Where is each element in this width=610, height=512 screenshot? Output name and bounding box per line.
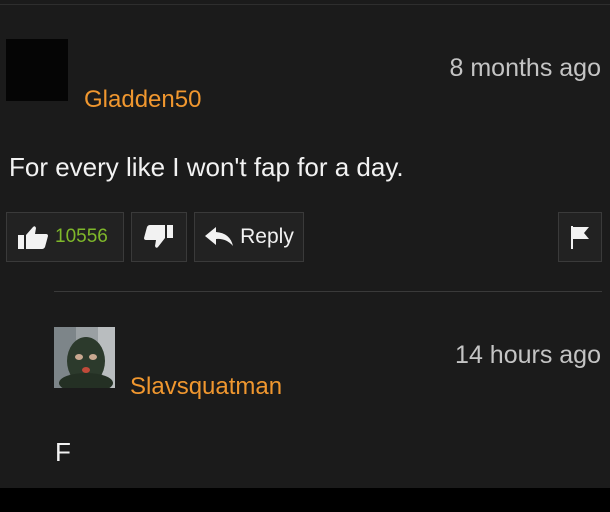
reply-button[interactable]: Reply: [194, 212, 304, 262]
reply-avatar[interactable]: [54, 327, 115, 388]
comments-panel: 8 months ago Gladden50 For every like I …: [0, 0, 610, 488]
dislike-button[interactable]: [131, 212, 187, 262]
thumbs-up-icon: [18, 226, 48, 249]
reply-timestamp: 14 hours ago: [455, 341, 601, 369]
like-count: 10556: [55, 226, 108, 247]
like-button[interactable]: 10556: [6, 212, 124, 262]
thumbs-down-icon: [144, 225, 173, 248]
comment-username[interactable]: Gladden50: [84, 86, 201, 114]
flag-icon: [571, 226, 589, 249]
reply-text: F: [55, 437, 71, 467]
reply-username[interactable]: Slavsquatman: [130, 373, 282, 401]
comment-text: For every like I won't fap for a day.: [9, 152, 404, 182]
reply-label: Reply: [240, 225, 294, 248]
bottom-strip: [0, 488, 610, 512]
flag-button[interactable]: [558, 212, 602, 262]
reply-arrow-icon: [205, 227, 234, 246]
avatar-image: [54, 327, 115, 388]
top-divider: [0, 4, 610, 5]
avatar[interactable]: [6, 39, 68, 101]
reply-divider: [54, 291, 602, 292]
comment-timestamp: 8 months ago: [449, 54, 602, 82]
